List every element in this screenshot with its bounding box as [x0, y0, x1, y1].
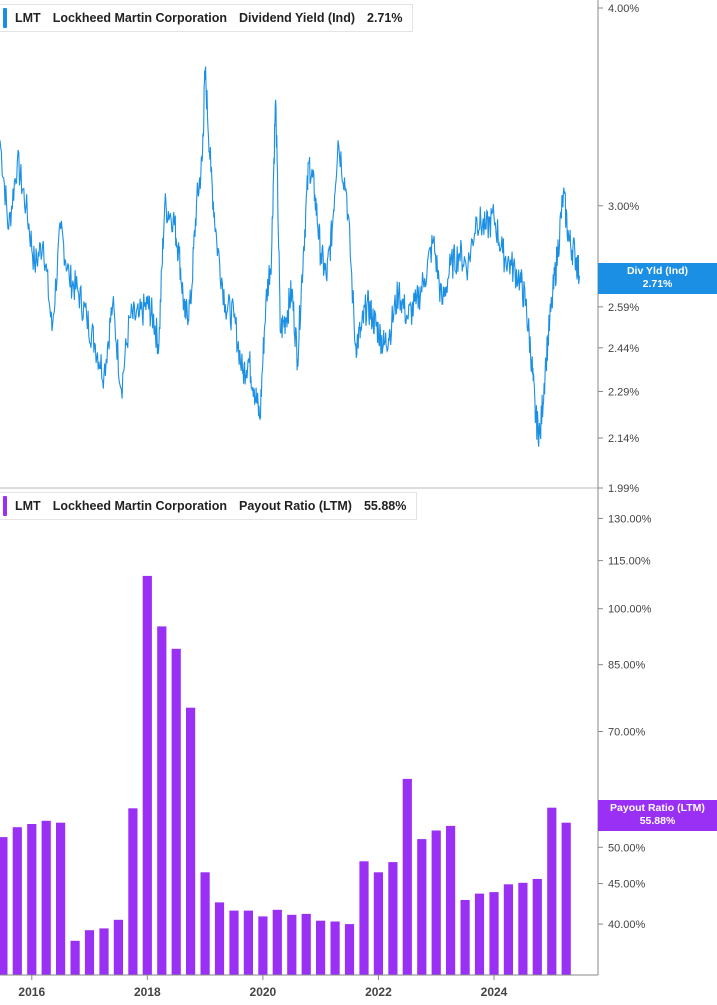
- payout-axis-tick-label: 70.00%: [608, 726, 646, 738]
- payout-bar: [561, 822, 571, 975]
- payout-bar: [186, 707, 196, 975]
- yield-axis-tick-label: 3.00%: [608, 201, 639, 213]
- dividend-yield-axis: 4.00% 3.00% 2.59% 2.44% 2.29% 2.14% 1.99%: [598, 3, 639, 495]
- payout-axis-tick-label: 130.00%: [608, 513, 652, 525]
- payout-bar: [489, 892, 499, 975]
- payout-bar: [402, 778, 412, 975]
- payout-bar: [388, 862, 398, 975]
- tag-value: 55.88%: [639, 815, 676, 827]
- payout-bar: [0, 837, 8, 975]
- payout-bar: [200, 872, 210, 975]
- legend-company: Lockheed Martin Corporation: [52, 11, 228, 25]
- payout-bar: [373, 872, 383, 975]
- legend-metric: Payout Ratio (LTM): [239, 499, 352, 513]
- payout-bar: [142, 575, 152, 975]
- payout-bar: [359, 861, 369, 975]
- legend-metric: Dividend Yield (Ind): [239, 11, 355, 25]
- payout-bar: [460, 900, 470, 975]
- yield-axis-tick-label: 4.00%: [608, 3, 639, 15]
- payout-bar: [84, 930, 95, 975]
- payout-bar: [503, 884, 513, 975]
- payout-swatch-icon: [3, 496, 7, 516]
- payout-bar: [56, 822, 66, 975]
- legend-ticker: LMT: [15, 11, 41, 25]
- payout-bar: [99, 928, 109, 975]
- payout-bar: [474, 893, 485, 975]
- yield-axis-tick-label: 2.59%: [608, 302, 639, 314]
- x-tick-label: 2018: [134, 985, 161, 999]
- payout-bar: [344, 924, 355, 975]
- payout-bar: [113, 919, 123, 975]
- yield-swatch-icon: [3, 8, 7, 28]
- payout-bar: [214, 902, 225, 975]
- payout-bar: [70, 940, 80, 975]
- yield-axis-tick-label: 2.44%: [608, 343, 639, 355]
- payout-bar: [330, 921, 340, 975]
- payout-bar: [431, 830, 441, 975]
- payout-bar: [287, 914, 297, 975]
- tag-label: Div Yld (Ind): [626, 265, 689, 277]
- payout-bar: [171, 648, 181, 975]
- payout-axis-tick-label: 100.00%: [608, 604, 652, 616]
- tag-label: Payout Ratio (LTM): [610, 802, 705, 814]
- payout-ratio-legend: LMT Lockheed Martin Corporation Payout R…: [0, 492, 418, 520]
- payout-axis-tick-label: 45.00%: [608, 879, 646, 891]
- yield-axis-tick-label: 2.29%: [608, 386, 639, 398]
- payout-ratio-price-tag: Payout Ratio (LTM) 55.88%: [598, 800, 717, 831]
- legend-value: 55.88%: [363, 499, 407, 513]
- payout-bar: [316, 920, 326, 975]
- x-tick-label: 2020: [250, 985, 277, 999]
- payout-bar: [128, 808, 138, 975]
- payout-bar: [258, 916, 268, 975]
- payout-bar: [12, 827, 22, 975]
- payout-axis-tick-label: 115.00%: [608, 556, 651, 568]
- payout-ratio-axis: 130.00%115.00%100.00%85.00%70.00%55.00%5…: [598, 513, 652, 931]
- yield-axis-tick-label: 2.14%: [608, 433, 639, 445]
- legend-ticker: LMT: [15, 499, 41, 513]
- dividend-yield-series: [0, 66, 581, 447]
- dividend-yield-price-tag: Div Yld (Ind) 2.71%: [598, 263, 717, 294]
- tag-value: 2.71%: [642, 278, 673, 290]
- payout-bar: [446, 825, 456, 975]
- payout-bar: [243, 910, 253, 975]
- payout-bar: [229, 910, 239, 975]
- legend-company: Lockheed Martin Corporation: [52, 499, 228, 513]
- x-tick-label: 2022: [365, 985, 392, 999]
- payout-axis-tick-label: 40.00%: [608, 919, 646, 931]
- payout-bar: [518, 882, 528, 975]
- payout-bar: [532, 879, 542, 975]
- legend-value: 2.71%: [367, 11, 403, 25]
- payout-axis-tick-label: 50.00%: [608, 842, 646, 854]
- payout-ratio-series: [0, 575, 571, 975]
- dividend-yield-line: [0, 66, 581, 447]
- payout-bar: [417, 839, 427, 975]
- dividend-yield-legend: LMT Lockheed Martin Corporation Dividend…: [0, 4, 414, 32]
- payout-bar: [27, 824, 37, 975]
- time-axis: 2016 2018 2020 2022 2024: [18, 975, 508, 999]
- x-tick-label: 2016: [18, 985, 45, 999]
- payout-bar: [301, 913, 311, 975]
- yield-axis-tick-label: 1.99%: [608, 483, 639, 495]
- payout-axis-tick-label: 85.00%: [608, 660, 646, 672]
- payout-bar: [547, 807, 557, 975]
- payout-bar: [41, 820, 51, 975]
- payout-bar: [272, 909, 282, 975]
- x-tick-label: 2024: [481, 985, 508, 999]
- payout-bar: [157, 626, 167, 975]
